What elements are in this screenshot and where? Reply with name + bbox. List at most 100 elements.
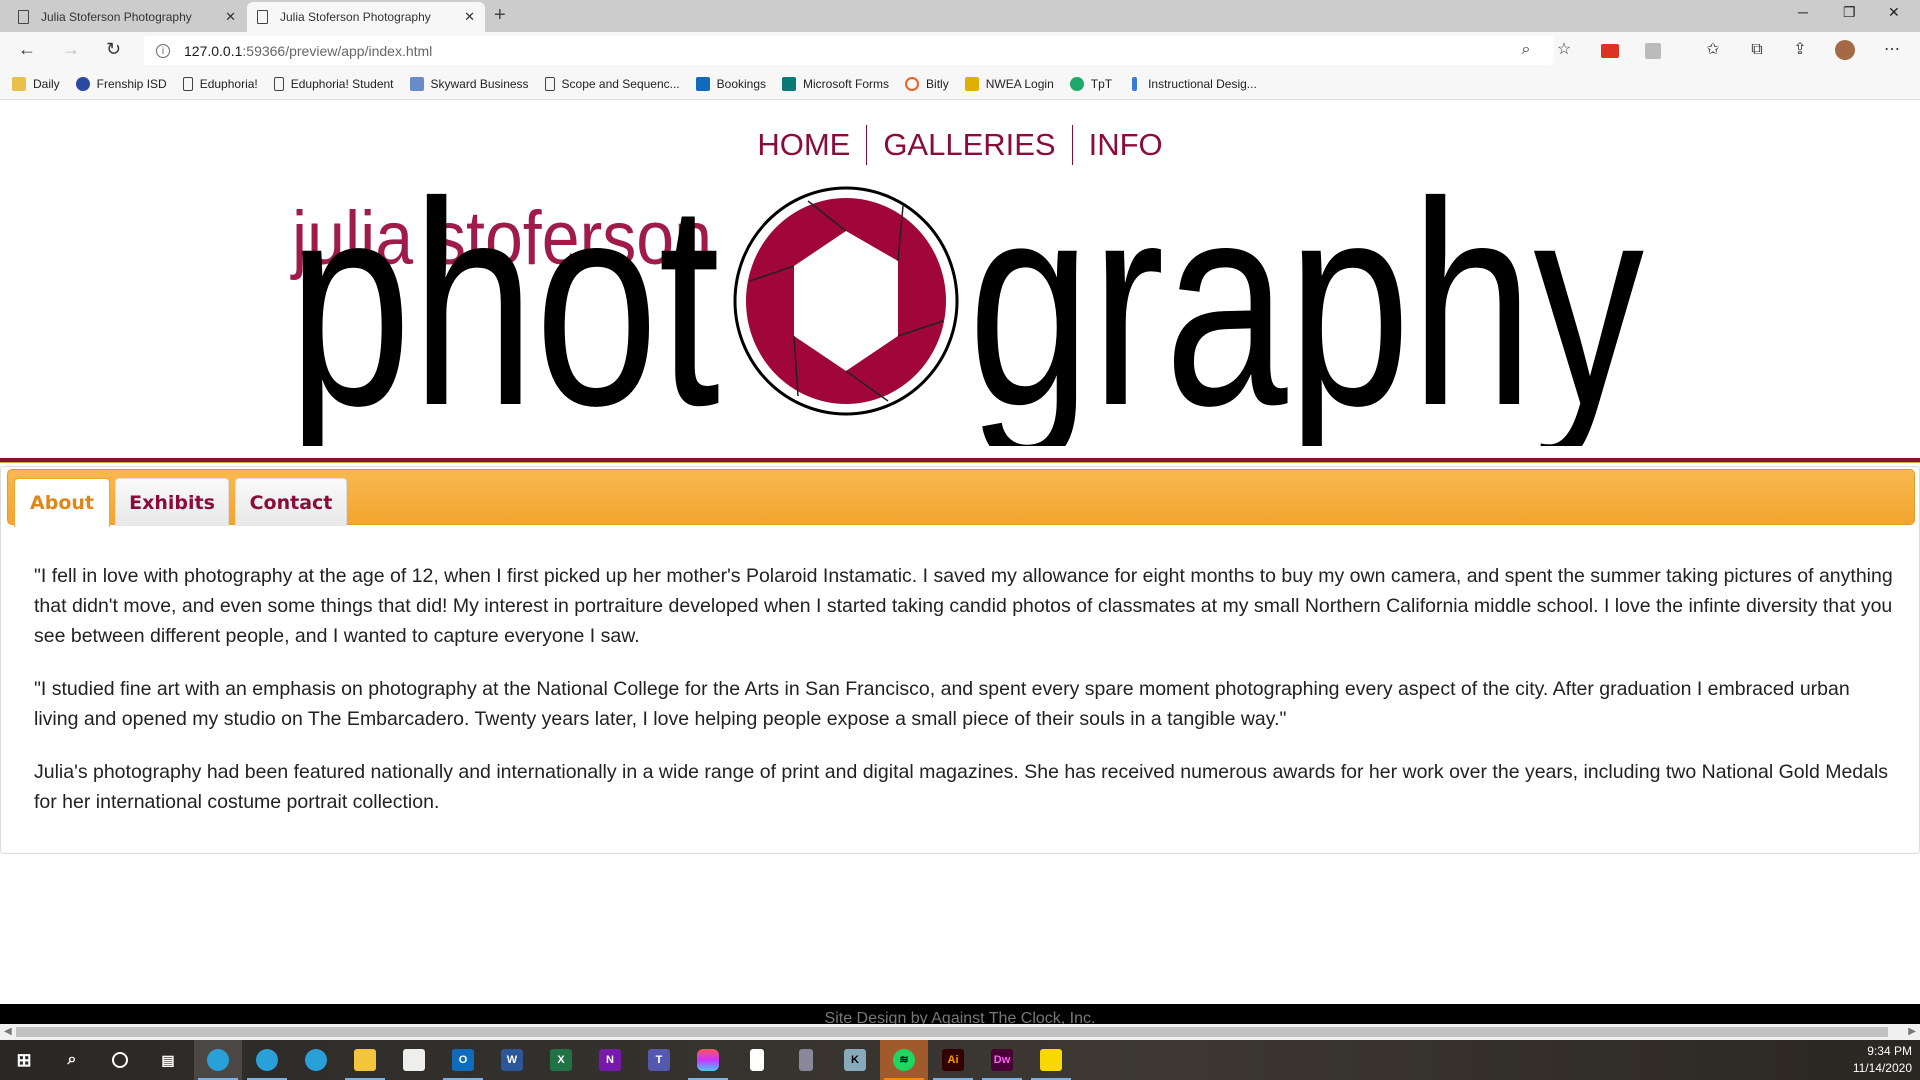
info-icon[interactable]: i <box>156 43 170 58</box>
calculator-icon[interactable] <box>782 1040 830 1080</box>
bookmark-label: Daily <box>33 77 60 91</box>
browser-tab[interactable]: Julia Stoferson Photography ✕ <box>8 2 246 32</box>
outlook-icon <box>695 77 710 91</box>
start-button[interactable]: ⊞ <box>0 1040 48 1080</box>
outlook-icon[interactable]: O <box>439 1040 487 1080</box>
favorite-star-icon[interactable]: ☆ <box>1554 40 1574 60</box>
bookmark-label: Skyward Business <box>430 77 529 91</box>
logo-phot-text: phot <box>288 186 721 446</box>
about-content: "I fell in love with photography at the … <box>34 561 1894 840</box>
bookmark[interactable]: Daily <box>12 77 60 91</box>
excel-icon[interactable]: X <box>537 1040 585 1080</box>
page-icon <box>273 77 284 91</box>
scrollbar-thumb[interactable] <box>16 1027 1888 1037</box>
nav-info[interactable]: INFO <box>1071 125 1179 165</box>
bookmark[interactable]: NWEA Login <box>964 77 1054 91</box>
task-view-icon[interactable]: ▤ <box>144 1040 192 1080</box>
tab-contact[interactable]: Contact <box>235 478 347 526</box>
bookmark-label: TpT <box>1090 77 1113 91</box>
bookmark[interactable]: Microsoft Forms <box>782 77 889 91</box>
edge-icon[interactable] <box>292 1040 340 1080</box>
scroll-right-icon[interactable]: ▶ <box>1908 1024 1916 1040</box>
creative-cloud-icon[interactable] <box>684 1040 732 1080</box>
extension-icon[interactable] <box>1645 43 1661 59</box>
page-icon <box>18 10 29 24</box>
site-footer: Site Design by Against The Clock, Inc. <box>0 1004 1920 1024</box>
search-icon[interactable]: ⌕ <box>48 1040 96 1080</box>
page-icon <box>182 77 193 91</box>
clock-date: 11/14/2020 <box>1852 1061 1912 1075</box>
onenote-icon[interactable]: N <box>586 1040 634 1080</box>
bookmark-label: Bookings <box>716 77 767 91</box>
scroll-left-icon[interactable]: ◀ <box>4 1024 12 1040</box>
browser-tab-strip: Julia Stoferson Photography ✕ Julia Stof… <box>0 0 1920 32</box>
tab-about[interactable]: About <box>14 478 110 527</box>
address-bar[interactable]: i 127.0.0.1:59366/preview/app/index.html <box>144 36 1554 65</box>
close-tab-icon[interactable]: ✕ <box>464 9 475 25</box>
close-tab-icon[interactable]: ✕ <box>225 9 236 25</box>
favorites-icon[interactable]: ✩ <box>1703 40 1723 60</box>
cortana-icon[interactable] <box>96 1040 144 1080</box>
paragraph: "I fell in love with photography at the … <box>34 565 1893 647</box>
taskbar: ⊞ ⌕ ▤ O W X N T K ≋ Ai Dw 9:34 PM 11/14/… <box>0 1040 1920 1080</box>
bookmark[interactable]: Instructional Desig... <box>1128 77 1257 91</box>
extension-icon[interactable] <box>1601 44 1619 58</box>
word-icon[interactable]: W <box>488 1040 536 1080</box>
forms-icon <box>782 77 797 91</box>
file-explorer-icon[interactable] <box>341 1040 389 1080</box>
horizontal-scrollbar[interactable]: ◀ ▶ <box>0 1024 1920 1040</box>
bookmark-label: NWEA Login <box>985 77 1054 91</box>
nav-home[interactable]: HOME <box>741 125 866 165</box>
site-icon <box>75 77 90 91</box>
bookmark-label: Eduphoria! <box>199 77 258 91</box>
site-icon <box>409 77 424 91</box>
new-tab-button[interactable]: + <box>494 4 506 27</box>
header-divider-accent <box>0 462 1920 463</box>
url-host: 127.0.0.1 <box>184 42 243 59</box>
minimize-button[interactable]: ─ <box>1798 4 1808 20</box>
site-logo[interactable]: julia stoferson phot graphy <box>288 186 1648 446</box>
illustrator-icon[interactable]: Ai <box>929 1040 977 1080</box>
bookmark-label: Frenship ISD <box>96 77 167 91</box>
system-clock[interactable]: 9:34 PM 11/14/2020 <box>1853 1043 1912 1077</box>
edge-icon[interactable] <box>194 1040 242 1080</box>
share-icon[interactable]: ⇪ <box>1790 40 1810 60</box>
bookmark-label: Instructional Desig... <box>1148 77 1257 91</box>
bookmark[interactable]: Skyward Business <box>409 77 529 91</box>
tab-panel: About Exhibits Contact "I fell in love w… <box>0 466 1920 854</box>
notepad-icon[interactable] <box>733 1040 781 1080</box>
site-nav: HOME GALLERIES INFO <box>0 125 1920 165</box>
spotify-icon[interactable]: ≋ <box>880 1040 928 1080</box>
restore-button[interactable]: ❐ <box>1843 4 1856 21</box>
bookmark[interactable]: Bookings <box>695 77 767 91</box>
bookmark[interactable]: Bitly <box>905 77 949 91</box>
back-icon[interactable]: ← <box>18 39 36 60</box>
browser-tab-active[interactable]: Julia Stoferson Photography ✕ <box>247 2 485 32</box>
tab-title: Julia Stoferson Photography <box>280 10 431 24</box>
logo-graphy-text: graphy <box>968 186 1644 446</box>
more-icon[interactable]: ⋯ <box>1882 40 1902 60</box>
collections-icon[interactable]: ⧉ <box>1747 40 1767 60</box>
dreamweaver-icon[interactable]: Dw <box>978 1040 1026 1080</box>
forward-icon[interactable]: → <box>62 39 80 60</box>
nav-galleries[interactable]: GALLERIES <box>866 125 1071 165</box>
sticky-notes-icon[interactable] <box>1027 1040 1075 1080</box>
paragraph: "I studied fine art with an emphasis on … <box>34 678 1850 730</box>
edge-icon[interactable] <box>243 1040 291 1080</box>
aperture-icon <box>733 186 959 416</box>
bookmark[interactable]: Frenship ISD <box>75 77 167 91</box>
bookmark[interactable]: TpT <box>1069 77 1113 91</box>
zoom-icon[interactable]: ⌕ <box>1516 40 1536 60</box>
teams-icon[interactable]: T <box>635 1040 683 1080</box>
bitly-icon <box>905 77 920 91</box>
tab-exhibits[interactable]: Exhibits <box>115 478 229 526</box>
store-icon[interactable] <box>390 1040 438 1080</box>
bookmark[interactable]: Scope and Sequenc... <box>544 77 680 91</box>
close-window-button[interactable]: ✕ <box>1888 4 1900 21</box>
bookmark[interactable]: Eduphoria! <box>182 77 258 91</box>
refresh-icon[interactable]: ↻ <box>106 39 121 60</box>
bookmark[interactable]: Eduphoria! Student <box>273 77 394 91</box>
folder-icon <box>12 77 26 91</box>
profile-avatar[interactable] <box>1835 40 1855 60</box>
app-icon[interactable]: K <box>831 1040 879 1080</box>
